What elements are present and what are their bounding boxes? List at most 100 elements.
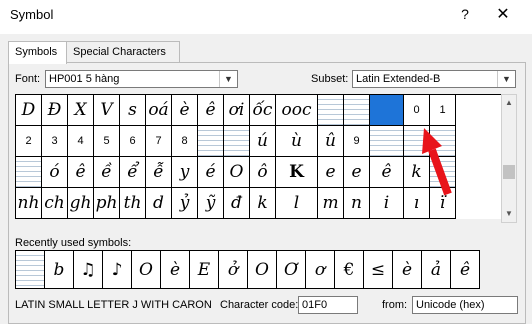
symbol-cell[interactable]: ề	[94, 157, 120, 188]
help-button[interactable]: ?	[458, 6, 472, 22]
symbol-cell[interactable]: e	[318, 157, 344, 188]
symbol-cell[interactable]	[344, 95, 370, 126]
symbol-cell[interactable]: ô	[250, 157, 276, 188]
symbol-cell[interactable]: gh	[68, 188, 94, 219]
symbol-cell[interactable]	[16, 157, 42, 188]
recent-symbol[interactable]: ♪	[103, 251, 132, 289]
symbol-cell[interactable]: i	[370, 188, 404, 219]
symbol-cell[interactable]: 7	[146, 126, 172, 157]
symbol-cell[interactable]: n	[344, 188, 370, 219]
symbol-cell[interactable]: 5	[94, 126, 120, 157]
recent-symbol[interactable]: ♫	[74, 251, 103, 289]
symbol-cell[interactable]: D	[16, 95, 42, 126]
arrow-down-icon[interactable]: ▼	[502, 206, 516, 222]
recent-symbol[interactable]: O	[248, 251, 277, 289]
recent-symbol[interactable]: ở	[219, 251, 248, 289]
recent-symbol[interactable]: ơ	[306, 251, 335, 289]
symbol-cell[interactable]	[370, 126, 404, 157]
symbol-cell[interactable]: û	[318, 126, 344, 157]
symbol-cell[interactable]: ú	[250, 126, 276, 157]
grid-row: D Đ X V s oá è ê ơi ốc ooc 0 1	[16, 95, 502, 126]
symbol-cell[interactable]: y	[172, 157, 198, 188]
symbol-cell[interactable]	[318, 95, 344, 126]
font-value: HP001 5 hàng	[49, 73, 120, 85]
symbol-cell[interactable]: 6	[120, 126, 146, 157]
symbol-cell[interactable]: é	[198, 157, 224, 188]
symbol-cell[interactable]	[198, 126, 224, 157]
symbol-cell[interactable]: X	[68, 95, 94, 126]
symbol-cell[interactable]: oá	[146, 95, 172, 126]
symbol-cell[interactable]: s	[120, 95, 146, 126]
symbol-cell[interactable]	[224, 126, 250, 157]
symbol-cell[interactable]: m	[318, 188, 344, 219]
selected-symbol-cell[interactable]	[370, 95, 404, 126]
symbol-cell[interactable]: ó	[42, 157, 68, 188]
symbol-cell[interactable]: 8	[172, 126, 198, 157]
subset-dropdown[interactable]: Latin Extended-B ▼	[352, 70, 516, 88]
symbol-cell[interactable]: ch	[42, 188, 68, 219]
recent-symbol[interactable]: è	[161, 251, 190, 289]
subset-value: Latin Extended-B	[356, 73, 441, 85]
font-dropdown[interactable]: HP001 5 hàng ▼	[45, 70, 238, 88]
symbol-cell[interactable]: ỷ	[172, 188, 198, 219]
symbol-cell[interactable]: ỹ	[198, 188, 224, 219]
grid-scrollbar[interactable]: ▲ ▼	[501, 94, 517, 223]
from-value: Unicode (hex)	[416, 299, 485, 311]
symbol-cell[interactable]: d	[146, 188, 172, 219]
symbol-cell[interactable]: ù	[276, 126, 318, 157]
tab-symbols[interactable]: Symbols	[8, 41, 67, 64]
symbol-cell[interactable]: e	[344, 157, 370, 188]
recent-symbol[interactable]: b	[45, 251, 74, 289]
recent-symbol[interactable]: ≤	[364, 251, 393, 289]
recent-symbol[interactable]: Ơ	[277, 251, 306, 289]
symbol-cell[interactable]: 4	[68, 126, 94, 157]
character-code-input[interactable]: 01F0	[298, 296, 358, 314]
close-button[interactable]: ✕	[494, 4, 512, 24]
scrollbar-thumb[interactable]	[503, 165, 515, 179]
symbol-cell[interactable]: è	[172, 95, 198, 126]
character-code-value: 01F0	[302, 299, 328, 311]
recent-symbol[interactable]: €	[335, 251, 364, 289]
symbol-cell[interactable]: 3	[42, 126, 68, 157]
symbol-cell[interactable]: k	[250, 188, 276, 219]
character-code-label: Character code:	[220, 299, 299, 311]
recent-symbol[interactable]: è	[393, 251, 422, 289]
chevron-down-icon[interactable]: ▼	[497, 71, 515, 87]
tab-special-characters[interactable]: Special Characters	[66, 41, 180, 63]
symbol-cell[interactable]: l	[276, 188, 318, 219]
arrow-up-icon[interactable]: ▲	[502, 95, 516, 111]
symbol-cell[interactable]: 0	[404, 95, 430, 126]
symbol-cell[interactable]: ê	[370, 157, 404, 188]
from-dropdown[interactable]: Unicode (hex)	[412, 296, 518, 314]
symbol-cell[interactable]: ễ	[146, 157, 172, 188]
symbol-cell[interactable]: 1	[430, 95, 456, 126]
symbol-cell[interactable]: V	[94, 95, 120, 126]
symbol-cell[interactable]: đ	[224, 188, 250, 219]
symbol-cell[interactable]: th	[120, 188, 146, 219]
symbol-cell[interactable]: Đ	[42, 95, 68, 126]
red-arrow-annotation	[422, 128, 452, 196]
subset-label: Subset:	[311, 73, 349, 85]
recent-symbol[interactable]: E	[190, 251, 219, 289]
symbol-cell[interactable]: O	[224, 157, 250, 188]
symbol-cell[interactable]: K	[276, 157, 318, 188]
symbol-cell[interactable]: ể	[120, 157, 146, 188]
recent-symbol[interactable]: O	[132, 251, 161, 289]
from-label: from:	[382, 299, 408, 311]
chevron-down-icon[interactable]: ▼	[219, 71, 237, 87]
symbol-cell[interactable]: 9	[344, 126, 370, 157]
symbol-cell[interactable]: ph	[94, 188, 120, 219]
symbol-cell[interactable]: ốc	[250, 95, 276, 126]
window-title: Symbol	[10, 7, 54, 22]
symbol-cell[interactable]: nh	[16, 188, 42, 219]
symbol-cell[interactable]: ê	[68, 157, 94, 188]
recent-symbol[interactable]	[16, 251, 45, 289]
symbol-cell[interactable]: 2	[16, 126, 42, 157]
recent-symbol[interactable]: ê	[451, 251, 480, 289]
character-name: LATIN SMALL LETTER J WITH CARON	[15, 299, 212, 311]
recent-symbol[interactable]: ả	[422, 251, 451, 289]
symbol-cell[interactable]: ê	[198, 95, 224, 126]
symbol-cell[interactable]: ơi	[224, 95, 250, 126]
symbol-cell[interactable]: ooc	[276, 95, 318, 126]
recent-symbols-label: Recently used symbols:	[15, 237, 132, 249]
